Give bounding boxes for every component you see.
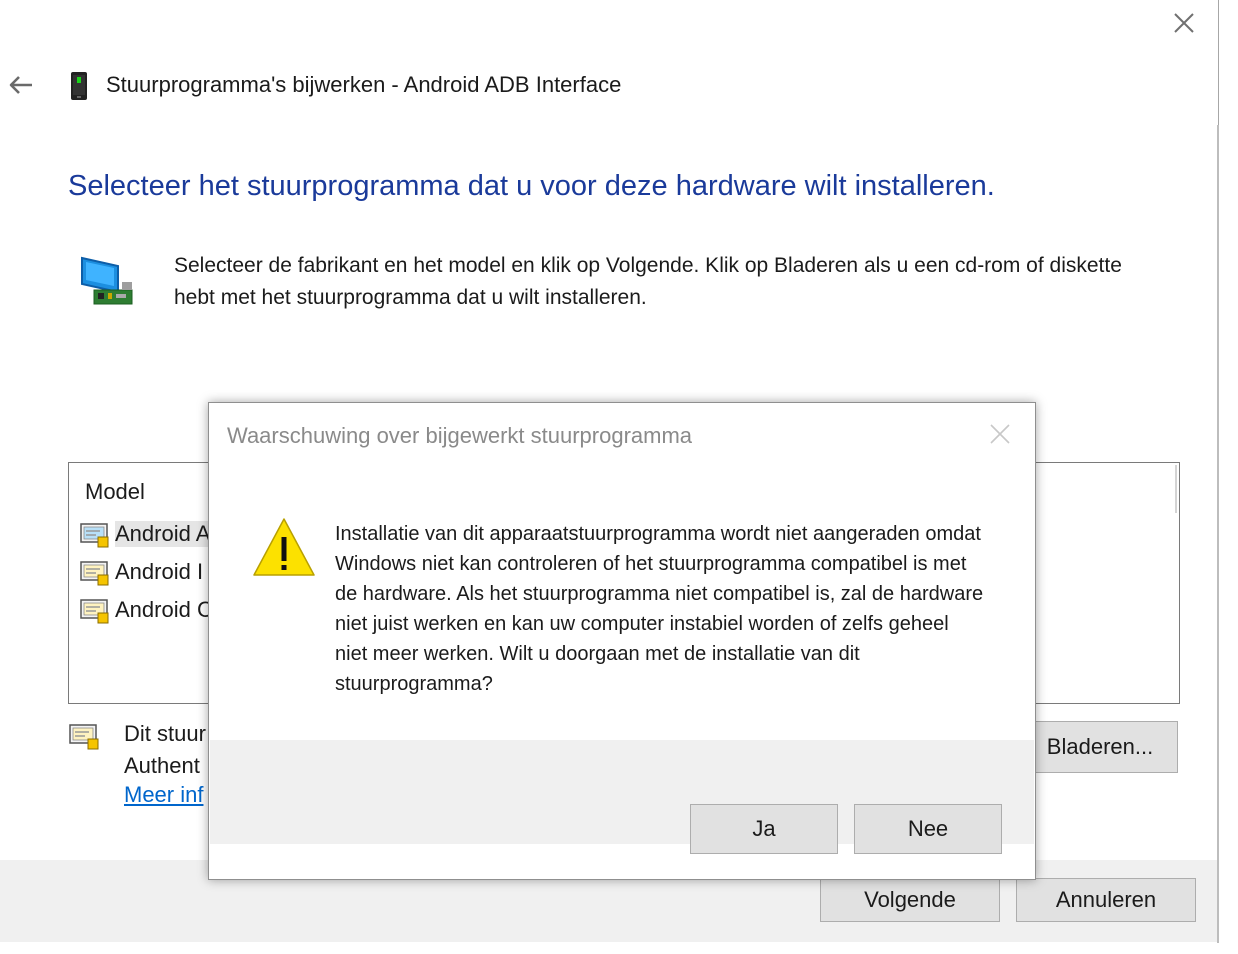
driver-certificate-icon	[80, 599, 109, 624]
warning-dialog: Waarschuwing over bijgewerkt stuurprogra…	[208, 402, 1036, 880]
warning-icon	[253, 518, 315, 576]
dialog-close-button[interactable]	[985, 419, 1015, 449]
window-edge	[1217, 125, 1219, 943]
signature-text: Dit stuur Authent	[124, 718, 206, 782]
yes-button[interactable]: Ja	[690, 804, 838, 854]
monitor-hardware-icon	[81, 256, 133, 305]
dialog-message: Installatie van dit apparaatstuurprogram…	[335, 523, 984, 695]
phone-icon	[71, 72, 87, 100]
list-item-label: Android I	[115, 559, 204, 584]
model-column-header: Model	[85, 479, 145, 504]
close-icon	[990, 424, 1010, 444]
more-info-link[interactable]: Meer inf	[124, 782, 203, 808]
next-button[interactable]: Volgende	[820, 878, 1000, 922]
cancel-button[interactable]: Annuleren	[1016, 878, 1196, 922]
list-item-label: Android A	[115, 521, 211, 547]
driver-certificate-icon	[80, 523, 109, 548]
window-title: Stuurprogramma's bijwerken - Android ADB…	[106, 72, 622, 97]
instructions-text: Selecteer de fabrikant en het model en k…	[174, 254, 1122, 309]
window-close-button[interactable]	[1162, 2, 1206, 44]
back-button[interactable]	[6, 70, 36, 100]
close-icon	[1174, 13, 1194, 33]
browse-button[interactable]: Bladeren...	[1022, 721, 1178, 773]
no-button[interactable]: Nee	[854, 804, 1002, 854]
signature-line-1: Dit stuur	[124, 721, 206, 746]
page-heading: Selecteer het stuurprogramma dat u voor …	[68, 170, 995, 202]
signature-line-2: Authent	[124, 753, 200, 778]
model-scroll-edge	[1175, 465, 1177, 513]
driver-certificate-icon	[69, 724, 99, 750]
driver-certificate-icon	[80, 561, 109, 586]
list-item-label: Android C	[115, 597, 213, 622]
back-arrow-icon	[9, 76, 32, 94]
dialog-title: Waarschuwing over bijgewerkt stuurprogra…	[227, 423, 693, 448]
